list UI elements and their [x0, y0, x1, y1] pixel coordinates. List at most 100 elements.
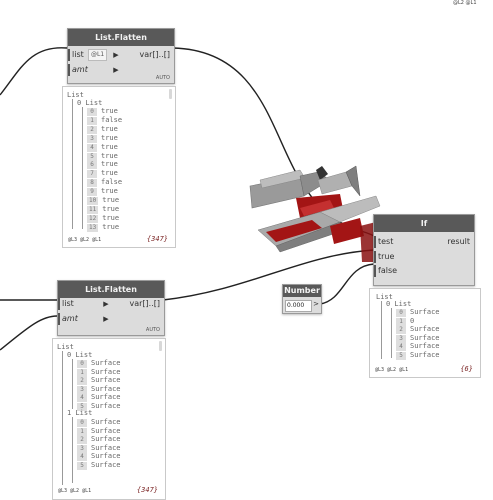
list-item: 5 true: [87, 151, 118, 161]
level-indicator: @L3 @L2 @L1: [68, 237, 102, 243]
input-port-list[interactable]: [68, 49, 70, 61]
number-input[interactable]: 0.000: [285, 300, 312, 312]
list-flatten-node-bottom[interactable]: List.Flatten list ▶ amt ▶ var[]..[] AUTO: [57, 280, 165, 336]
item-index: 6: [87, 161, 97, 170]
list-item: 12 true: [87, 213, 120, 223]
item-value: Surface: [91, 452, 121, 460]
item-value: Surface: [91, 367, 121, 376]
chevron-right-icon[interactable]: ▶: [101, 298, 111, 310]
sub-list-label: 0 List: [386, 300, 412, 308]
list-item: 9 true: [87, 187, 118, 197]
item-value: true: [102, 213, 120, 222]
item-value: true: [101, 151, 118, 160]
graph-canvas[interactable]: @L2 @L1 List.Flatten list @L1 ▶ amt ▶ va…: [0, 0, 493, 500]
output-port-result[interactable]: result: [447, 235, 470, 249]
item-index: 8: [87, 179, 97, 188]
list-item: 0 Surface: [396, 308, 440, 317]
sub-list: 0 List: [386, 300, 411, 308]
list-item: 0 true: [87, 107, 118, 116]
item-value: Surface: [410, 308, 440, 316]
item-index: 2: [87, 125, 97, 134]
input-label-list: list: [62, 299, 74, 308]
list-item: 4 true: [87, 143, 118, 152]
item-value: Surface: [91, 376, 121, 384]
level-chip[interactable]: @L1: [88, 49, 108, 61]
wire-left-to-flatten1: [0, 47, 68, 96]
list-item: 2 Surface: [396, 325, 440, 334]
geometry-preview: [249, 165, 381, 262]
item-value: 0: [410, 316, 415, 325]
input-label-false: false: [378, 266, 398, 275]
list-item: 10 true: [87, 196, 120, 205]
scrollbar[interactable]: [159, 341, 162, 351]
item-value: Surface: [91, 384, 121, 393]
chevron-right-icon[interactable]: ▶: [111, 49, 121, 61]
item-value: true: [102, 222, 120, 231]
number-node[interactable]: Number 0.000 >: [282, 284, 322, 314]
list-flatten-node-top[interactable]: List.Flatten list @L1 ▶ amt ▶ var[]..[] …: [67, 28, 175, 84]
list-item: 0 Surface: [77, 359, 121, 368]
output-port-var[interactable]: var[]..[]: [140, 48, 171, 62]
item-value: true: [101, 107, 118, 115]
item-value: Surface: [410, 325, 440, 333]
node-title: Number: [283, 285, 321, 297]
input-port-false[interactable]: [374, 265, 376, 277]
output-port-var[interactable]: var[]..[]: [130, 297, 161, 311]
list-item: 4 Surface: [77, 452, 121, 461]
item-index: 5: [396, 351, 406, 360]
wire-number-to-if-false: [319, 263, 375, 305]
scrollbar[interactable]: [169, 89, 172, 99]
item-index: 11: [87, 205, 99, 214]
list-item: 7 true: [87, 169, 118, 179]
item-value: Surface: [91, 393, 121, 401]
input-label-true: true: [378, 252, 395, 261]
top-right-levels: @L2 @L1: [453, 0, 477, 6]
item-value: true: [101, 187, 118, 196]
sub-list-label: 1 List: [67, 409, 93, 417]
list-item: 4 Surface: [77, 393, 121, 402]
input-label-amt: amt: [72, 65, 88, 74]
list-item: 2 Surface: [77, 376, 121, 385]
sub-list-label: 0 List: [77, 99, 103, 107]
level-indicator: @L3 @L2 @L1: [375, 367, 409, 373]
item-value: true: [102, 196, 120, 204]
item-value: true: [102, 204, 120, 213]
output-port-number[interactable]: >: [313, 300, 319, 308]
if-node[interactable]: If test true false result: [373, 214, 475, 286]
list-item: 10: [396, 316, 415, 326]
input-label-test: test: [378, 237, 394, 246]
item-value: Surface: [91, 418, 121, 426]
watch-preview-if[interactable]: List 0 List 0 Surface 1 0 2 Surface 3 Surface 4 S…: [369, 288, 481, 378]
input-port-list[interactable]: [58, 298, 60, 310]
input-port-true[interactable]: [374, 251, 376, 263]
item-value: Surface: [91, 426, 121, 435]
chevron-right-icon[interactable]: ▶: [111, 64, 121, 76]
list-item: 3 true: [87, 134, 118, 143]
sub-list-label: 0 List: [67, 351, 93, 359]
input-port-amt[interactable]: [68, 64, 70, 76]
list-root: List: [67, 91, 84, 99]
input-port-test[interactable]: [374, 236, 376, 248]
sub-list: 0 List: [67, 351, 92, 359]
watch-preview-top[interactable]: List 0 List 0 true 1 false 2 true 3 true 4 true 5 t…: [62, 86, 176, 248]
item-count: {347}: [136, 486, 158, 494]
item-count: {6}: [460, 365, 473, 373]
item-count: {347}: [146, 235, 168, 243]
node-title: List.Flatten: [58, 281, 164, 298]
list-item: 1 Surface: [77, 367, 121, 377]
node-title: If: [374, 215, 474, 232]
input-port-amt[interactable]: [58, 313, 60, 325]
item-value: true: [101, 124, 118, 133]
item-value: true: [101, 169, 118, 178]
list-item: 13 true: [87, 222, 120, 232]
list-item: 1 Surface: [77, 426, 121, 436]
list-item: 2 true: [87, 124, 118, 134]
item-value: false: [101, 115, 123, 124]
watch-preview-bottom[interactable]: List 0 List 0 Surface 1 Surface 2 Surface 3 Sur…: [52, 338, 166, 500]
item-value: Surface: [91, 443, 121, 452]
item-index: 5: [87, 152, 97, 161]
item-value: Surface: [91, 359, 121, 367]
lacing-label: AUTO: [145, 327, 160, 333]
item-value: false: [101, 178, 123, 187]
chevron-right-icon[interactable]: ▶: [101, 313, 111, 325]
